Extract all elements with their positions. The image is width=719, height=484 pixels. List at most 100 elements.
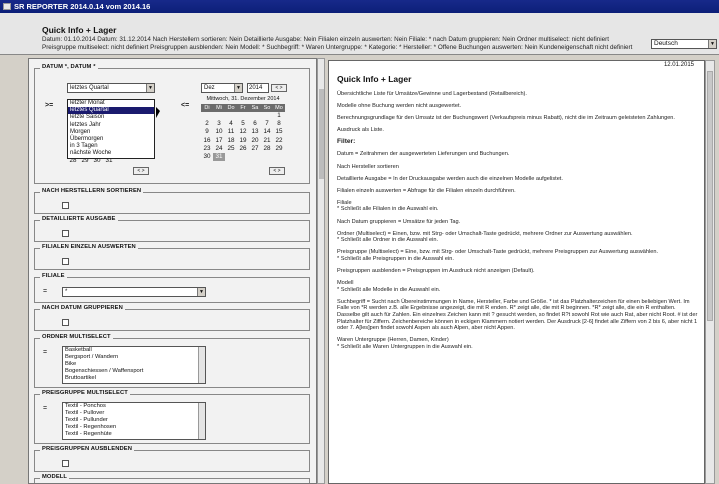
calendar-day[interactable]: 9 bbox=[201, 128, 213, 136]
gruppieren-checkbox[interactable] bbox=[62, 319, 69, 326]
description-paragraph: Ausdruck als Liste. bbox=[337, 127, 384, 134]
weekday-label: Do bbox=[227, 105, 235, 111]
calendar-day[interactable]: 14 bbox=[261, 128, 273, 136]
calendar-day[interactable] bbox=[201, 112, 213, 120]
page-title: Quick Info + Lager bbox=[42, 25, 117, 35]
calendar-day[interactable] bbox=[261, 153, 273, 161]
calendar-day[interactable]: 3 bbox=[213, 120, 225, 128]
calendar-day[interactable]: 25 bbox=[225, 145, 237, 153]
calendar-day[interactable]: 6 bbox=[249, 120, 261, 128]
dropdown-option[interactable]: in 3 Tagen bbox=[68, 143, 154, 150]
detail-checkbox[interactable] bbox=[62, 230, 69, 237]
report-panel-scrollbar[interactable] bbox=[705, 60, 715, 484]
calendar-day[interactable]: 16 bbox=[201, 137, 213, 145]
calendar-day[interactable]: 11 bbox=[225, 128, 237, 136]
dropdown-option[interactable]: letztes Jahr bbox=[68, 122, 154, 129]
calendar-day[interactable] bbox=[273, 153, 285, 161]
scroll-thumb[interactable] bbox=[319, 89, 324, 179]
ordner-option: Bogenschiessen / Waffensport bbox=[65, 368, 144, 374]
calendar-day[interactable] bbox=[261, 112, 273, 120]
weekday-label: Di bbox=[204, 105, 210, 111]
from-calendar-nav[interactable]: < > bbox=[133, 167, 149, 175]
calendar-day[interactable] bbox=[213, 112, 225, 120]
hersteller-checkbox[interactable] bbox=[62, 202, 69, 209]
window-title: SR REPORTER 2014.0.14 vom 2014.16 bbox=[14, 2, 151, 11]
calendar-day[interactable]: 18 bbox=[225, 137, 237, 145]
detail-legend: DETAILLIERTE AUSGABE bbox=[40, 216, 118, 222]
filter-summary-line-1: Datum: 01.10.2014 Datum: 31.12.2014 Nach… bbox=[42, 36, 610, 43]
description-paragraph: Nach Datum gruppieren = Umsätze für jede… bbox=[337, 218, 461, 225]
calendar-day[interactable] bbox=[225, 153, 237, 161]
dropdown-option[interactable]: letzter Monat bbox=[68, 100, 154, 107]
calendar-day[interactable]: 1 bbox=[273, 112, 285, 120]
to-calendar-nav-top[interactable]: < > bbox=[271, 84, 287, 92]
calendar-day[interactable]: 17 bbox=[213, 137, 225, 145]
filialen-checkbox[interactable] bbox=[62, 258, 69, 265]
calendar-day[interactable]: 29 bbox=[273, 145, 285, 153]
calendar-day[interactable]: 8 bbox=[273, 120, 285, 128]
calendar-day[interactable]: 30 bbox=[201, 153, 213, 161]
calendar-day[interactable]: 30 bbox=[91, 157, 103, 165]
preis-ausblenden-checkbox[interactable] bbox=[62, 460, 69, 467]
calendar-day[interactable]: 10 bbox=[213, 128, 225, 136]
calendar-day[interactable]: 7 bbox=[261, 120, 273, 128]
calendar-day[interactable]: 21 bbox=[261, 137, 273, 145]
preisgruppe-scrollbar[interactable] bbox=[198, 403, 205, 439]
to-year-field[interactable]: 2014 bbox=[247, 83, 269, 93]
calendar-day[interactable]: 5 bbox=[237, 120, 249, 128]
to-month-select[interactable]: Dez ▼ bbox=[201, 83, 243, 93]
ordner-operator: = bbox=[43, 349, 48, 356]
ordner-multiselect[interactable]: Basketball Bergsport / Wandern Bike Bogensc… bbox=[62, 346, 206, 384]
weekday-header: Di Mi Do Fr Sa So Mo bbox=[201, 104, 285, 112]
period-dropdown-list: letzter Monat letztes Quartal letzte Saiso… bbox=[67, 99, 155, 159]
description-paragraph: Übersichtliche Liste für Umsätze/Gewinne… bbox=[337, 91, 527, 97]
calendar-day[interactable]: 31 bbox=[213, 153, 225, 162]
ordner-scrollbar[interactable] bbox=[198, 347, 205, 383]
filter-panel-scrollbar[interactable] bbox=[317, 58, 325, 484]
calendar-day[interactable]: 12 bbox=[237, 128, 249, 136]
calendar-day[interactable]: 29 bbox=[79, 157, 91, 165]
calendar-day[interactable] bbox=[115, 157, 127, 165]
calendar-day[interactable] bbox=[127, 157, 139, 165]
language-value: Deutsch bbox=[654, 40, 678, 47]
dropdown-option[interactable]: letztes Quartal bbox=[68, 107, 154, 115]
dropdown-option[interactable]: nächste Woche bbox=[68, 150, 154, 157]
calendar-day[interactable]: 20 bbox=[249, 137, 261, 145]
calendar-day[interactable] bbox=[237, 112, 249, 120]
calendar-day[interactable] bbox=[249, 153, 261, 161]
preisgruppe-operator: = bbox=[43, 405, 48, 412]
calendar-day[interactable]: 19 bbox=[237, 137, 249, 145]
calendar-day[interactable]: 27 bbox=[249, 145, 261, 153]
filiale-select[interactable]: * ▼ bbox=[62, 287, 206, 297]
hersteller-legend: NACH HERSTELLERN SORTIEREN bbox=[40, 188, 144, 194]
weekday-label: Mo bbox=[275, 105, 283, 111]
to-calendar-nav[interactable]: < > bbox=[269, 167, 285, 175]
calendar-day[interactable]: 22 bbox=[273, 137, 285, 145]
calendar-day[interactable] bbox=[225, 112, 237, 120]
dropdown-option[interactable]: letzte Saison bbox=[68, 114, 154, 121]
from-period-select[interactable]: letztes Quartal ▼ bbox=[67, 83, 155, 93]
calendar-day[interactable]: 23 bbox=[201, 145, 213, 153]
preis-ausblenden-legend: PREISGRUPPEN AUSBLENDEN bbox=[40, 446, 135, 452]
calendar-day[interactable]: 28 bbox=[67, 157, 79, 165]
calendar-day[interactable]: 28 bbox=[261, 145, 273, 153]
calendar-day[interactable] bbox=[237, 153, 249, 161]
calendar-day[interactable]: 13 bbox=[249, 128, 261, 136]
preisgruppe-multiselect[interactable]: Textil - Ponchos Textil - Pullover Textil … bbox=[62, 402, 206, 440]
ordner-group: ORDNER MULTISELECT = Basketball Bergsport… bbox=[34, 334, 310, 388]
scroll-thumb[interactable] bbox=[707, 71, 713, 321]
calendar-day[interactable] bbox=[139, 157, 151, 165]
calendar-day[interactable]: 26 bbox=[237, 145, 249, 153]
ordner-legend: ORDNER MULTISELECT bbox=[40, 334, 113, 340]
dropdown-option[interactable]: Morgen bbox=[68, 129, 154, 136]
calendar-day[interactable]: 31 bbox=[103, 157, 115, 165]
calendar-day[interactable]: 24 bbox=[213, 145, 225, 153]
language-select[interactable]: Deutsch ▼ bbox=[651, 39, 717, 49]
filter-panel: DATUM *, DATUM * >= letztes Quartal ▼ le… bbox=[28, 58, 317, 484]
calendar-day[interactable]: 2 bbox=[201, 120, 213, 128]
calendar-day[interactable] bbox=[249, 112, 261, 120]
hersteller-group: NACH HERSTELLERN SORTIEREN bbox=[34, 188, 310, 214]
dropdown-option[interactable]: Übermorgen bbox=[68, 136, 154, 143]
calendar-day[interactable]: 4 bbox=[225, 120, 237, 128]
calendar-day[interactable]: 15 bbox=[273, 128, 285, 136]
